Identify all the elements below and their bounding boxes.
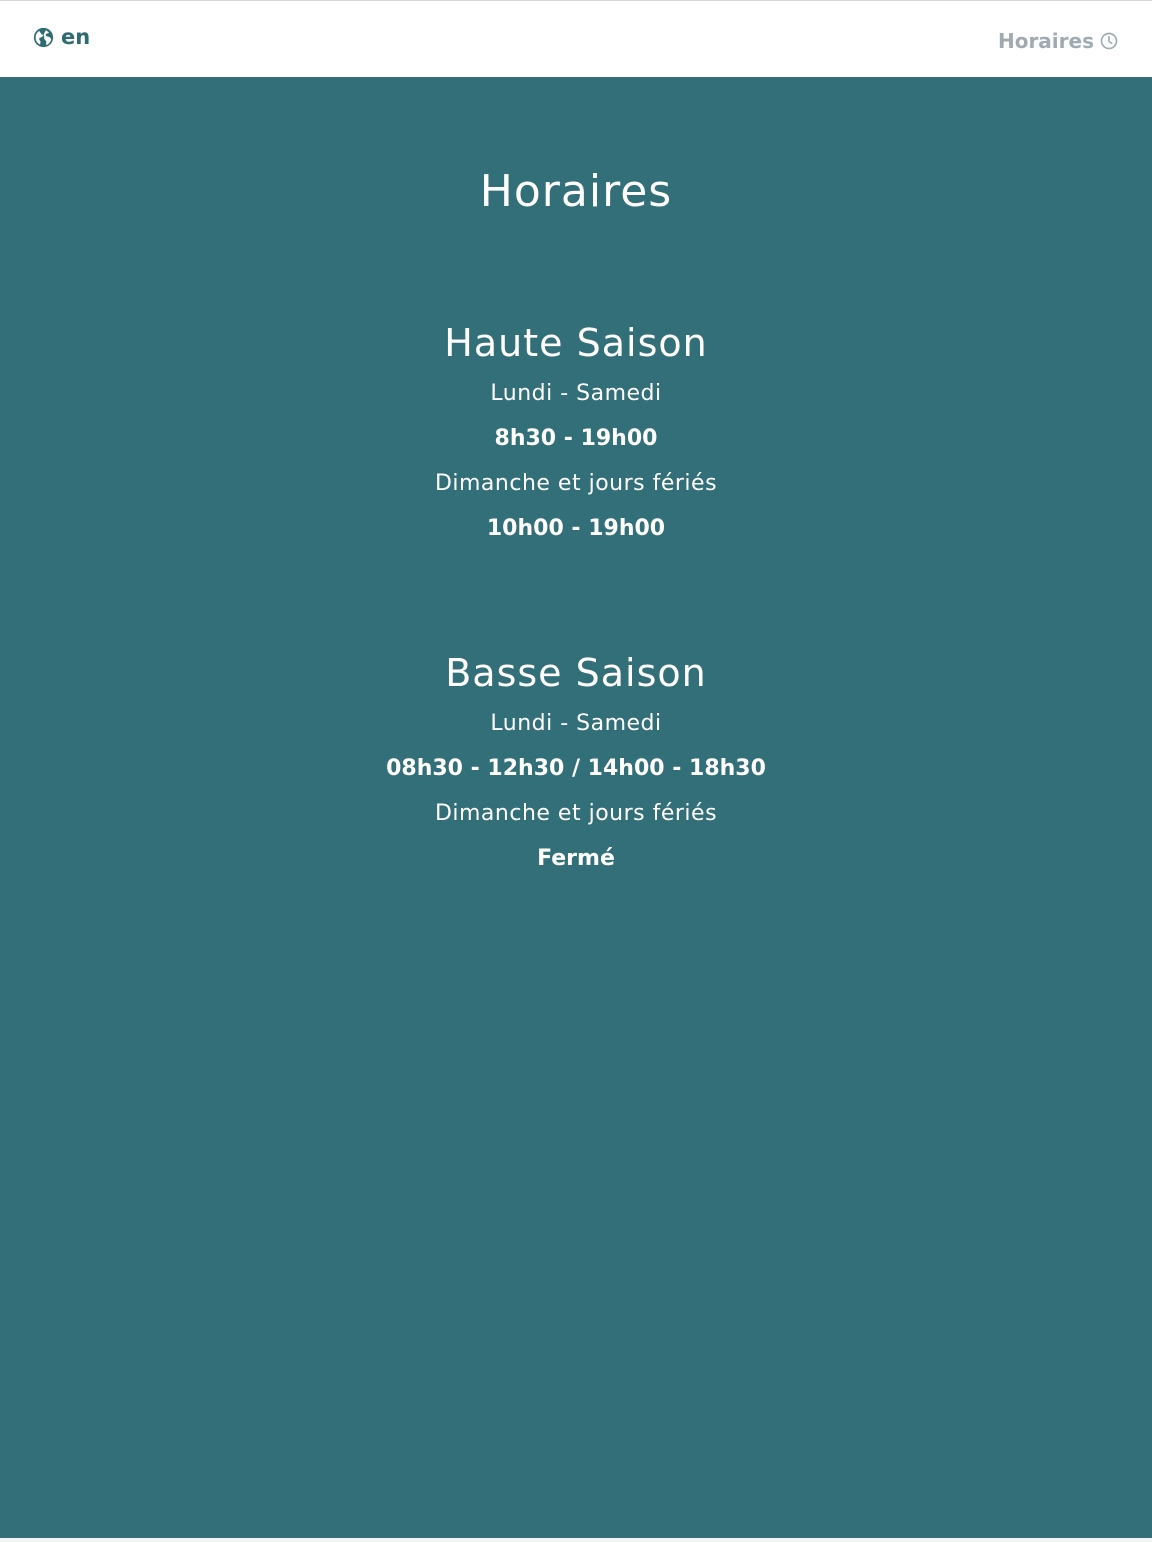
season-title: Basse Saison	[445, 651, 707, 695]
hours-value: 10h00 - 19h00	[486, 516, 666, 541]
nav-link-horaires[interactable]: Horaires	[998, 28, 1118, 54]
page-title: Horaires	[479, 166, 673, 217]
days-label: Lundi - Samedi	[490, 381, 662, 406]
globe-icon	[33, 27, 54, 48]
season-title: Haute Saison	[444, 321, 708, 365]
days-label: Dimanche et jours fériés	[434, 801, 718, 826]
language-switcher[interactable]: en	[33, 25, 90, 49]
hours-value: 08h30 - 12h30 / 14h00 - 18h30	[386, 756, 766, 781]
season-high: Haute Saison Lundi - Samedi 8h30 - 19h00…	[0, 320, 1152, 551]
clock-icon	[1100, 32, 1118, 50]
top-navbar: en Horaires	[0, 1, 1152, 77]
hours-value: Fermé	[537, 846, 615, 871]
hours-section: Horaires Haute Saison Lundi - Samedi 8h3…	[0, 77, 1152, 1538]
language-label: en	[61, 25, 91, 49]
season-low: Basse Saison Lundi - Samedi 08h30 - 12h3…	[0, 650, 1152, 881]
bottom-border	[0, 1538, 1152, 1542]
nav-link-label: Horaires	[997, 29, 1094, 53]
hours-value: 8h30 - 19h00	[494, 426, 658, 451]
days-label: Dimanche et jours fériés	[434, 471, 718, 496]
days-label: Lundi - Samedi	[490, 711, 662, 736]
